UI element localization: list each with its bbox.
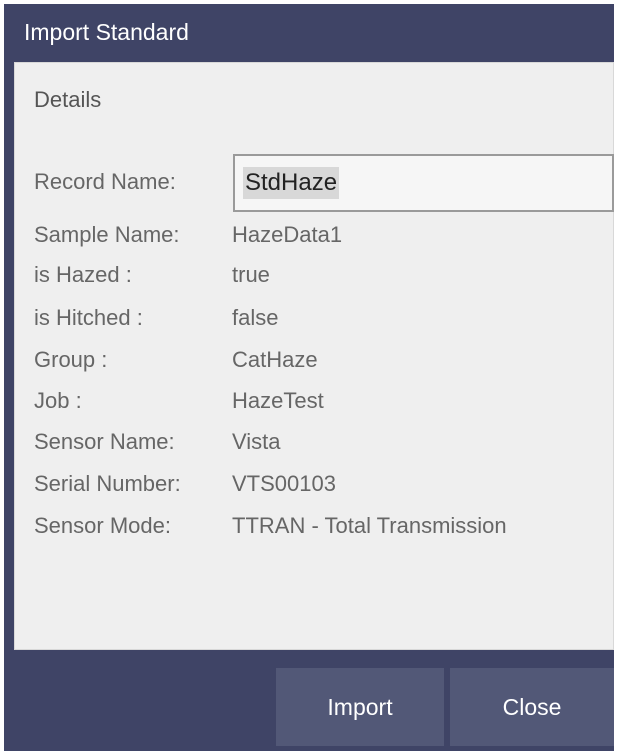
detail-row-is-hitched: is Hitched : false xyxy=(34,305,278,331)
detail-row-sample-name: Sample Name: HazeData1 xyxy=(34,222,342,248)
section-title-details: Details xyxy=(34,87,102,112)
detail-row-group: Group : CatHaze xyxy=(34,347,318,373)
detail-row-is-hazed: is Hazed : true xyxy=(34,262,270,288)
detail-value: false xyxy=(232,305,279,330)
record-name-value: StdHaze xyxy=(243,167,340,199)
detail-label: Sensor Mode: xyxy=(34,513,171,538)
dialog-title: Import Standard xyxy=(24,19,189,45)
detail-label: is Hitched : xyxy=(34,305,143,330)
detail-label: Sample Name: xyxy=(34,222,180,247)
detail-label: Group : xyxy=(34,347,108,372)
record-name-label: Record Name: xyxy=(34,169,176,194)
import-button[interactable]: Import xyxy=(276,668,444,746)
close-button[interactable]: Close xyxy=(450,668,614,746)
detail-value: HazeTest xyxy=(232,388,324,413)
detail-value: VTS00103 xyxy=(232,471,336,496)
record-name-input[interactable]: StdHaze xyxy=(233,154,614,212)
detail-row-serial-number: Serial Number: VTS00103 xyxy=(34,471,336,497)
import-standard-dialog: Import Standard Details Record Name: Std… xyxy=(4,4,614,751)
detail-label: Serial Number: xyxy=(34,471,181,496)
detail-row-sensor-name: Sensor Name: Vista xyxy=(34,429,281,455)
detail-value: HazeData1 xyxy=(232,222,343,247)
detail-value: TTRAN - Total Transmission xyxy=(232,513,507,538)
detail-value: true xyxy=(232,262,270,287)
details-panel: Details Record Name: StdHaze Sample Name… xyxy=(14,62,614,650)
detail-value: CatHaze xyxy=(232,347,318,372)
detail-row-sensor-mode: Sensor Mode: TTRAN - Total Transmission xyxy=(34,513,507,539)
detail-row-job: Job : HazeTest xyxy=(34,388,324,414)
detail-label: Job : xyxy=(34,388,82,413)
detail-value: Vista xyxy=(232,429,281,454)
dialog-footer: Import Close xyxy=(4,650,614,751)
detail-label: is Hazed : xyxy=(34,262,132,287)
detail-label: Sensor Name: xyxy=(34,429,175,454)
